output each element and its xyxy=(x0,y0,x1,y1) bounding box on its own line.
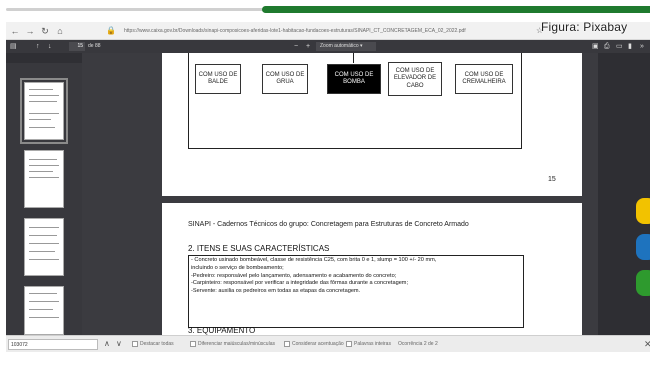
print-icon[interactable]: ⎙ xyxy=(604,40,610,53)
present-icon[interactable]: ▣ xyxy=(592,40,599,53)
highlight-all-checkbox[interactable]: Destacar todas xyxy=(132,339,174,350)
sidebar-toggle-icon[interactable]: ▤ xyxy=(10,40,17,53)
match-case-label: Diferenciar maiúsculas/minúsculas xyxy=(198,341,275,347)
zoom-select[interactable]: Zoom automático ▾ xyxy=(316,42,376,51)
screenshot-frame: ← → ↻ ⌂ 🔒 https://www.caixa.gov.br/Downl… xyxy=(0,0,650,370)
image-watermark: Figura: Pixabay xyxy=(541,20,628,34)
diagram-connector xyxy=(353,53,354,63)
whole-words-checkbox[interactable]: Palavras inteiras xyxy=(346,339,391,350)
diagram-box-highlighted: COM USO DE BOMBA xyxy=(327,64,381,94)
find-input[interactable]: 103072 xyxy=(8,339,98,350)
zoom-in-icon[interactable]: + xyxy=(306,40,310,53)
address-bar[interactable]: https://www.caixa.gov.br/Downloads/sinap… xyxy=(124,24,534,38)
match-case-checkbox[interactable]: Diferenciar maiúsculas/minúsculas xyxy=(190,339,275,350)
reload-icon[interactable]: ↻ xyxy=(39,24,51,38)
close-icon[interactable]: ✕ xyxy=(644,338,650,350)
characteristics-box: - Concreto usinado bombeável, classe de … xyxy=(188,255,524,328)
save-icon[interactable]: ▭ xyxy=(616,40,623,53)
bookmark-icon[interactable]: ▮ xyxy=(628,40,632,53)
decorative-green-bar xyxy=(262,6,650,13)
page-number-input[interactable]: 15 xyxy=(69,42,85,51)
page-total: de 88 xyxy=(88,43,101,49)
bottom-strip xyxy=(0,352,650,370)
zoom-select-label: Zoom automático xyxy=(320,43,359,49)
zoom-out-icon[interactable]: − xyxy=(294,40,298,53)
green-dot-decoration xyxy=(636,270,650,296)
page-thumbnail[interactable] xyxy=(24,150,64,208)
match-diacritics-label: Considerar acentuação xyxy=(292,341,344,347)
section-title: 3. EQUIPAMENTO xyxy=(188,326,256,335)
previous-page-icon[interactable]: ↑ xyxy=(36,40,40,53)
back-arrow-icon[interactable]: ← xyxy=(9,24,21,38)
home-icon[interactable]: ⌂ xyxy=(54,24,66,38)
next-page-icon[interactable]: ↓ xyxy=(48,40,52,53)
diagram-box: COM USO DE ELEVADOR DE CABO xyxy=(388,62,442,96)
tools-menu-icon[interactable]: » xyxy=(640,40,644,53)
text-line: incluindo o serviço de bombeamento; xyxy=(191,264,284,271)
yellow-dot-decoration xyxy=(636,198,650,224)
text-line: -Carpinteiro: responsável por verificar … xyxy=(191,280,409,287)
diagram-box: COM USO DE CREMALHEIRA xyxy=(455,64,513,94)
match-diacritics-checkbox[interactable]: Considerar acentuação xyxy=(284,339,344,350)
text-line: - Concreto usinado bombeável, classe de … xyxy=(191,257,437,263)
blue-dot-decoration xyxy=(636,234,650,260)
diagram-box: COM USO DE GRUA xyxy=(262,64,308,94)
find-result-status: Ocorrência 2 de 2 xyxy=(398,341,438,347)
section-title: 2. ITENS E SUAS CARACTERÍSTICAS xyxy=(188,244,330,253)
whole-words-label: Palavras inteiras xyxy=(354,341,391,347)
pdf-toolbar: ▤ ↑ ↓ 15 de 88 − + Zoom automático ▾ ▣ ⎙… xyxy=(6,40,650,53)
find-next-icon[interactable]: ∨ xyxy=(116,338,122,350)
find-previous-icon[interactable]: ∧ xyxy=(104,338,110,350)
text-line: -Servente: auxilia os pedreiros em todas… xyxy=(191,288,361,295)
page-thumbnail[interactable] xyxy=(24,218,64,276)
diagram-box: COM USO DE BALDE xyxy=(195,64,241,94)
find-bar: 103072 ∧ ∨ Destacar todas Diferenciar ma… xyxy=(6,335,650,352)
page-thumbnail[interactable] xyxy=(20,78,68,144)
text-line: -Pedreiro: responsável pelo lançamento, … xyxy=(191,272,397,279)
page-number: 15 xyxy=(548,176,556,183)
document-header: SINAPI - Cadernos Técnicos do grupo: Con… xyxy=(188,221,469,228)
page-thumbnail[interactable] xyxy=(24,286,64,335)
forward-arrow-icon[interactable]: → xyxy=(24,24,36,38)
highlight-all-label: Destacar todas xyxy=(140,341,174,347)
lock-icon: 🔒 xyxy=(106,26,116,35)
sidebar-tools xyxy=(6,53,82,63)
